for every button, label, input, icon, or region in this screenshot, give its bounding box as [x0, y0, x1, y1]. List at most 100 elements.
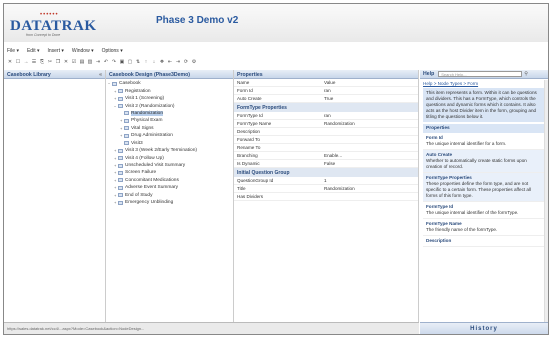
tree-node[interactable]: + Emergency Unblinding	[108, 199, 231, 206]
menu-item-3[interactable]: Window ▾	[72, 48, 94, 55]
tree-node[interactable]: + Screen Failure	[108, 169, 231, 176]
help-property-description: The unique internal identifier of the fo…	[426, 210, 519, 215]
toolbar-icon-8[interactable]: ☑	[71, 59, 77, 65]
property-row[interactable]: QuestionGroup Id 1	[234, 177, 418, 185]
tree-node-label: Registration	[125, 88, 151, 94]
toolbar-icon-23[interactable]: ⚙	[191, 59, 197, 65]
tree-node[interactable]: + End of Study	[108, 192, 231, 199]
toolbar-icon-9[interactable]: ▤	[79, 59, 85, 65]
tree-node[interactable]: + Vital Signs	[108, 125, 231, 132]
expand-toggle-icon[interactable]: −	[108, 81, 111, 86]
expand-toggle-icon[interactable]: +	[114, 96, 117, 101]
tree-node[interactable]: + Unscheduled Visit Summary	[108, 162, 231, 169]
tree-node[interactable]: + Visit 3 (Week 2/Early Termination)	[108, 147, 231, 154]
search-icon[interactable]: ⚲	[524, 71, 528, 77]
toolbar-icon-19[interactable]: ❖	[159, 59, 165, 65]
toolbar-icon-3[interactable]: ☰	[31, 59, 37, 65]
property-name: Auto Create	[237, 96, 262, 101]
expand-toggle-icon[interactable]: −	[114, 104, 117, 109]
initial-question-group: Initial Question Group	[234, 168, 418, 177]
help-breadcrumb[interactable]: Help > Node Types > Form	[420, 79, 548, 87]
expand-toggle-icon[interactable]: +	[120, 133, 123, 138]
tree-node[interactable]: + Adverse Event Summary	[108, 184, 231, 191]
tree-node[interactable]: + Physical Exam	[108, 117, 231, 124]
toolbar-icon-2[interactable]: →	[23, 59, 29, 65]
toolbar-icon-20[interactable]: ⇤	[167, 59, 173, 65]
toolbar-icon-22[interactable]: ⟳	[183, 59, 189, 65]
property-value[interactable]: Randomization	[324, 121, 418, 126]
expand-toggle-icon[interactable]: +	[114, 148, 117, 153]
tree-node[interactable]: Visit3	[108, 140, 231, 147]
help-scrollbar[interactable]	[544, 80, 548, 330]
properties-header: Properties	[234, 70, 418, 79]
tree-node[interactable]: − Visit 2 (Randomization)	[108, 102, 231, 109]
toolbar-icon-1[interactable]: ☐	[15, 59, 21, 65]
property-row[interactable]: Forward To	[234, 136, 418, 144]
property-value[interactable]: Enable...	[324, 153, 418, 158]
property-row[interactable]: Title Randomization	[234, 185, 418, 193]
toolbar-icon-17[interactable]: ↑	[143, 59, 149, 65]
toolbar-icon-11[interactable]: ⇥	[95, 59, 101, 65]
help-search-input[interactable]: Search Help...	[438, 71, 523, 77]
expand-toggle-icon[interactable]: +	[114, 163, 117, 168]
property-value[interactable]: ran	[324, 113, 418, 118]
expand-toggle-icon[interactable]: +	[114, 89, 117, 94]
toolbar-icon-12[interactable]: ↶	[103, 59, 109, 65]
toolbar-icon-14[interactable]: ▣	[119, 59, 125, 65]
menu-item-0[interactable]: File ▾	[7, 48, 19, 55]
property-value[interactable]: True	[324, 96, 418, 101]
menu-item-4[interactable]: Options ▾	[102, 48, 123, 55]
help-header: Help Search Help... ⚲	[420, 70, 548, 79]
property-value[interactable]: 1	[324, 178, 418, 183]
tree-node[interactable]: + Concomitant Medications	[108, 177, 231, 184]
property-row[interactable]: Auto Create True	[234, 95, 418, 103]
tree-node[interactable]: + Visit 1 (Screening)	[108, 95, 231, 102]
toolbar-icon-18[interactable]: ↓	[151, 59, 157, 65]
tree-node[interactable]: + Drug Administration	[108, 132, 231, 139]
property-row[interactable]: Description	[234, 128, 418, 136]
property-value[interactable]: False	[324, 161, 418, 166]
toolbar-icon-7[interactable]: ✕	[63, 59, 69, 65]
tree-node[interactable]: Randomization	[108, 110, 231, 117]
form-icon	[118, 89, 123, 94]
toolbar-icon-13[interactable]: ↷	[111, 59, 117, 65]
toolbar-icon-15[interactable]: ▢	[127, 59, 133, 65]
property-row[interactable]: FormType Name Randomization	[234, 120, 418, 128]
tree-node[interactable]: + Visit 4 (Follow Up)	[108, 154, 231, 161]
design-header: Casebook Design (Phase3Demo)	[106, 70, 233, 79]
expand-toggle-icon[interactable]: +	[114, 156, 117, 161]
expand-toggle-icon[interactable]: +	[120, 118, 123, 123]
history-button[interactable]: History	[420, 322, 548, 334]
help-property-description: The friendly name of the formType.	[426, 227, 498, 232]
toolbar-icon-4[interactable]: ⎘	[39, 59, 45, 65]
expand-toggle-icon[interactable]: +	[114, 178, 117, 183]
property-value[interactable]: ran	[324, 88, 418, 93]
expand-toggle-icon[interactable]: +	[114, 170, 117, 175]
tree-node[interactable]: − Casebook	[108, 80, 231, 87]
expand-toggle-icon[interactable]: +	[114, 185, 117, 190]
property-row[interactable]: Branching Enable...	[234, 152, 418, 160]
value-column-header: Value	[324, 80, 336, 85]
form-icon	[118, 170, 123, 175]
expand-toggle-icon[interactable]: +	[114, 193, 117, 198]
toolbar-icon-10[interactable]: ▥	[87, 59, 93, 65]
property-row[interactable]: Form Id ran	[234, 87, 418, 95]
toolbar-icon-5[interactable]: ✂	[47, 59, 53, 65]
help-title: Help	[423, 71, 435, 77]
toolbar-icon-16[interactable]: ⇅	[135, 59, 141, 65]
property-row[interactable]: FormType Id ran	[234, 112, 418, 120]
toolbar-icon-21[interactable]: ⇥	[175, 59, 181, 65]
collapse-icon[interactable]: «	[99, 72, 102, 78]
help-property-item: FormType Id The unique internal identifie…	[423, 202, 545, 219]
menu-item-1[interactable]: Edit ▾	[27, 48, 40, 55]
expand-toggle-icon[interactable]: +	[120, 126, 123, 131]
tree-node[interactable]: + Registration	[108, 87, 231, 94]
expand-toggle-icon[interactable]: +	[114, 200, 117, 205]
property-row[interactable]: Rename To	[234, 144, 418, 152]
toolbar-icon-0[interactable]: ✕	[7, 59, 13, 65]
property-row[interactable]: Has Dividers	[234, 193, 418, 201]
property-row[interactable]: Is Dynamic False	[234, 160, 418, 168]
menu-item-2[interactable]: Insert ▾	[47, 48, 63, 55]
toolbar-icon-6[interactable]: ❐	[55, 59, 61, 65]
property-value[interactable]: Randomization	[324, 186, 418, 191]
